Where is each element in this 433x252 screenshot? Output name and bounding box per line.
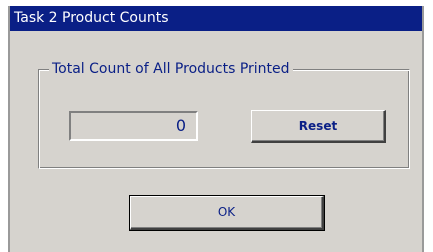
- total-count-display: 0: [69, 111, 198, 141]
- title-bar: Task 2 Product Counts: [10, 6, 422, 31]
- window-title: Task 2 Product Counts: [14, 10, 169, 26]
- ok-button[interactable]: OK: [129, 195, 325, 231]
- group-label: Total Count of All Products Printed: [49, 60, 293, 78]
- total-count-group: Total Count of All Products Printed 0 Re…: [38, 60, 410, 169]
- product-counts-dialog: Task 2 Product Counts Total Count of All…: [8, 6, 424, 252]
- reset-button[interactable]: Reset: [251, 110, 386, 143]
